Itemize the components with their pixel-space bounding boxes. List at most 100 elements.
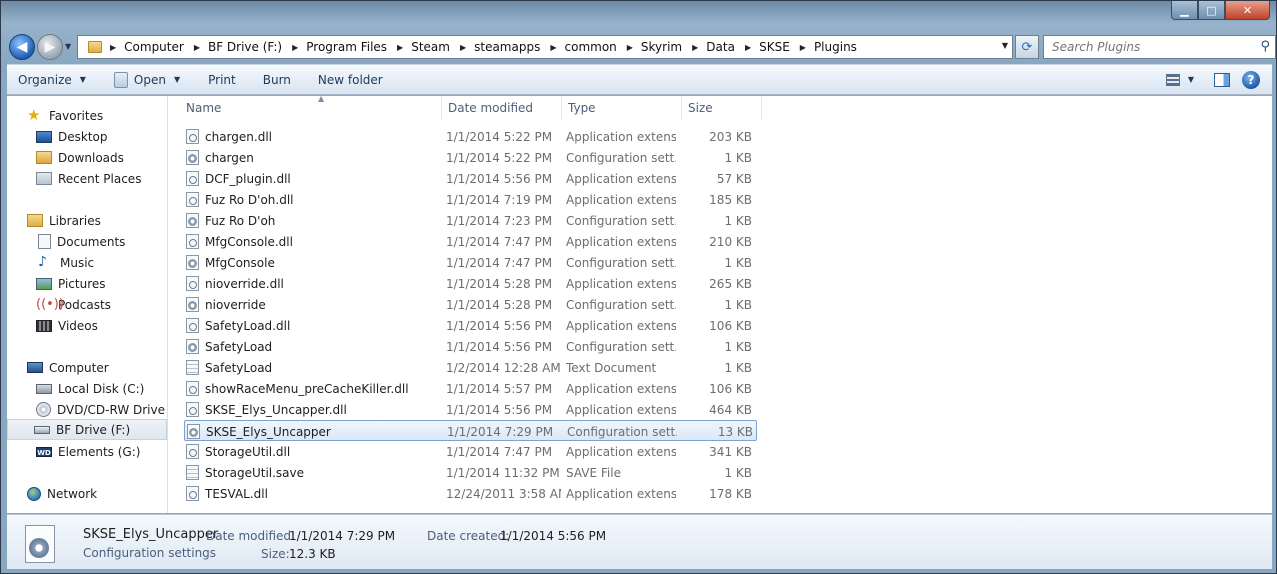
file-row[interactable]: Fuz Ro D'oh 1/1/2014 7:23 PM Configuration… [184, 210, 757, 231]
file-name-cell[interactable]: nioverride [186, 294, 436, 315]
breadcrumb-skyrim[interactable]: Skyrim [641, 40, 682, 54]
file-name-cell[interactable]: SafetyLoad.dll [186, 315, 436, 336]
file-row[interactable]: SKSE_Elys_Uncapper 1/1/2014 7:29 PM Config… [184, 420, 757, 441]
breadcrumb-chevron-icon[interactable]: ▶ [550, 43, 556, 52]
breadcrumb-chevron-icon[interactable]: ▶ [194, 43, 200, 52]
nav-elements-drive[interactable]: WD Elements (G:) [36, 441, 140, 462]
open-button[interactable]: Open ▼ [94, 65, 188, 94]
breadcrumb-chevron-icon[interactable]: ▶ [460, 43, 466, 52]
minimize-button[interactable]: ▁ [1171, 1, 1198, 20]
refresh-button[interactable]: ⟳ [1015, 35, 1039, 59]
file-name-cell[interactable]: SafetyLoad [186, 357, 436, 378]
nav-desktop[interactable]: Desktop [36, 126, 108, 147]
burn-button[interactable]: Burn [244, 65, 299, 94]
file-name-cell[interactable]: DCF_plugin.dll [186, 168, 436, 189]
nav-recent-places[interactable]: Recent Places [36, 168, 141, 189]
breadcrumb-chevron-icon[interactable]: ▶ [110, 43, 116, 52]
nav-dvd-drive[interactable]: DVD/CD-RW Drive (D [36, 399, 167, 420]
breadcrumb-chevron-icon[interactable]: ▶ [627, 43, 633, 52]
file-name-cell[interactable]: SafetyLoad [186, 336, 436, 357]
help-icon[interactable]: ? [1242, 70, 1260, 89]
file-row[interactable]: TESVAL.dll 12/24/2011 3:58 AM Application … [184, 483, 757, 504]
breadcrumb-computer[interactable]: Computer [124, 40, 184, 54]
file-name-cell[interactable]: SKSE_Elys_Uncapper.dll [186, 399, 436, 420]
change-view-icon[interactable] [1165, 73, 1180, 86]
organize-menu-button[interactable]: Organize ▼ [7, 65, 94, 94]
file-row[interactable]: DCF_plugin.dll 1/1/2014 5:56 PM Applicatio… [184, 168, 757, 189]
file-row[interactable]: StorageUtil.dll 1/1/2014 7:47 PM Applicati… [184, 441, 757, 462]
open-with-icon [113, 71, 128, 88]
nav-podcasts[interactable]: ((•)) Podcasts [36, 294, 111, 315]
breadcrumb-chevron-icon[interactable]: ▶ [397, 43, 403, 52]
address-history-dropdown[interactable]: ▼ [1002, 41, 1008, 50]
search-box[interactable]: ⚲ [1043, 35, 1276, 59]
close-button[interactable]: ✕ [1225, 1, 1270, 20]
preview-pane-icon[interactable] [1214, 72, 1230, 87]
file-row[interactable]: MfgConsole.dll 1/1/2014 7:47 PM Applicatio… [184, 231, 757, 252]
back-button[interactable]: ◀ [9, 34, 35, 60]
nav-network[interactable]: Network [27, 483, 97, 504]
file-name-cell[interactable]: MfgConsole [186, 252, 436, 273]
nav-local-disk[interactable]: Local Disk (C:) [36, 378, 144, 399]
breadcrumb-bf-drive[interactable]: BF Drive (F:) [208, 40, 282, 54]
recent-pages-dropdown[interactable]: ▼ [65, 42, 71, 51]
forward-button[interactable]: ▶ [37, 34, 63, 60]
new-folder-button[interactable]: New folder [299, 65, 391, 94]
breadcrumb-data[interactable]: Data [706, 40, 735, 54]
column-header-date-modified[interactable]: Date modified [442, 96, 562, 120]
file-row[interactable]: StorageUtil.save 1/1/2014 11:32 PM SAVE Fi… [184, 462, 757, 483]
file-row[interactable]: SKSE_Elys_Uncapper.dll 1/1/2014 5:56 PM Ap… [184, 399, 757, 420]
nav-pictures[interactable]: Pictures [36, 273, 106, 294]
print-button[interactable]: Print [188, 65, 244, 94]
column-header-size[interactable]: Size [682, 96, 762, 120]
file-name-cell[interactable]: TESVAL.dll [186, 483, 436, 504]
nav-downloads[interactable]: Downloads [36, 147, 124, 168]
column-header-type[interactable]: Type [562, 96, 682, 120]
file-name-cell[interactable]: chargen.dll [186, 126, 436, 147]
nav-computer[interactable]: Computer [27, 357, 109, 378]
breadcrumb-chevron-icon[interactable]: ▶ [745, 43, 751, 52]
file-row[interactable]: MfgConsole 1/1/2014 7:47 PM Configuration … [184, 252, 757, 273]
breadcrumb-chevron-icon[interactable]: ▶ [292, 43, 298, 52]
file-name-cell[interactable]: Fuz Ro D'oh.dll [186, 189, 436, 210]
file-name-cell[interactable]: MfgConsole.dll [186, 231, 436, 252]
file-name-cell[interactable]: Fuz Ro D'oh [186, 210, 436, 231]
breadcrumb-chevron-icon[interactable]: ▶ [692, 43, 698, 52]
chevron-down-icon[interactable]: ▼ [174, 75, 180, 84]
breadcrumb-steam[interactable]: Steam [411, 40, 450, 54]
nav-music[interactable]: ♪ Music [38, 252, 94, 273]
search-input[interactable] [1052, 40, 1252, 54]
file-row[interactable]: SafetyLoad 1/1/2014 5:56 PM Configuration … [184, 336, 757, 357]
breadcrumb-skse[interactable]: SKSE [759, 40, 790, 54]
nav-favorites[interactable]: ★ Favorites [27, 105, 103, 126]
address-bar[interactable]: ▶ Computer ▶ BF Drive (F:) ▶ Program Fil… [77, 35, 1013, 59]
file-name-cell[interactable]: chargen [186, 147, 436, 168]
nav-libraries[interactable]: Libraries [27, 210, 101, 231]
file-row[interactable]: nioverride.dll 1/1/2014 5:28 PM Applicatio… [184, 273, 757, 294]
view-options-dropdown[interactable]: ▼ [1188, 75, 1194, 84]
maximize-button[interactable]: □ [1198, 1, 1225, 20]
file-name-cell[interactable]: StorageUtil.dll [186, 441, 436, 462]
nav-bf-drive[interactable]: BF Drive (F:) [7, 419, 167, 440]
breadcrumb-program-files[interactable]: Program Files [306, 40, 387, 54]
file-row[interactable]: showRaceMenu_preCacheKiller.dll 1/1/2014 … [184, 378, 757, 399]
breadcrumb-plugins[interactable]: Plugins [814, 40, 857, 54]
breadcrumb-common[interactable]: common [565, 40, 617, 54]
nav-documents[interactable]: Documents [38, 231, 125, 252]
nav-videos[interactable]: Videos [36, 315, 98, 336]
search-icon[interactable]: ⚲ [1260, 39, 1270, 54]
file-row[interactable]: chargen.dll 1/1/2014 5:22 PM Application e… [184, 126, 757, 147]
file-name-cell[interactable]: StorageUtil.save [186, 462, 436, 483]
file-row[interactable]: nioverride 1/1/2014 5:28 PM Configuration … [184, 294, 757, 315]
file-name-cell[interactable]: showRaceMenu_preCacheKiller.dll [186, 378, 436, 399]
file-row[interactable]: SafetyLoad.dll 1/1/2014 5:56 PM Applicatio… [184, 315, 757, 336]
file-row[interactable]: Fuz Ro D'oh.dll 1/1/2014 7:19 PM Applicati… [184, 189, 757, 210]
libraries-icon [27, 214, 43, 227]
breadcrumb-steamapps[interactable]: steamapps [474, 40, 540, 54]
file-row[interactable]: chargen 1/1/2014 5:22 PM Configuration set… [184, 147, 757, 168]
column-header-name[interactable]: Name ▲ [180, 94, 442, 120]
breadcrumb-chevron-icon[interactable]: ▶ [800, 43, 806, 52]
file-name-cell[interactable]: nioverride.dll [186, 273, 436, 294]
file-name-cell[interactable]: SKSE_Elys_Uncapper [187, 421, 437, 442]
file-row[interactable]: SafetyLoad 1/2/2014 12:28 AM Text Document… [184, 357, 757, 378]
